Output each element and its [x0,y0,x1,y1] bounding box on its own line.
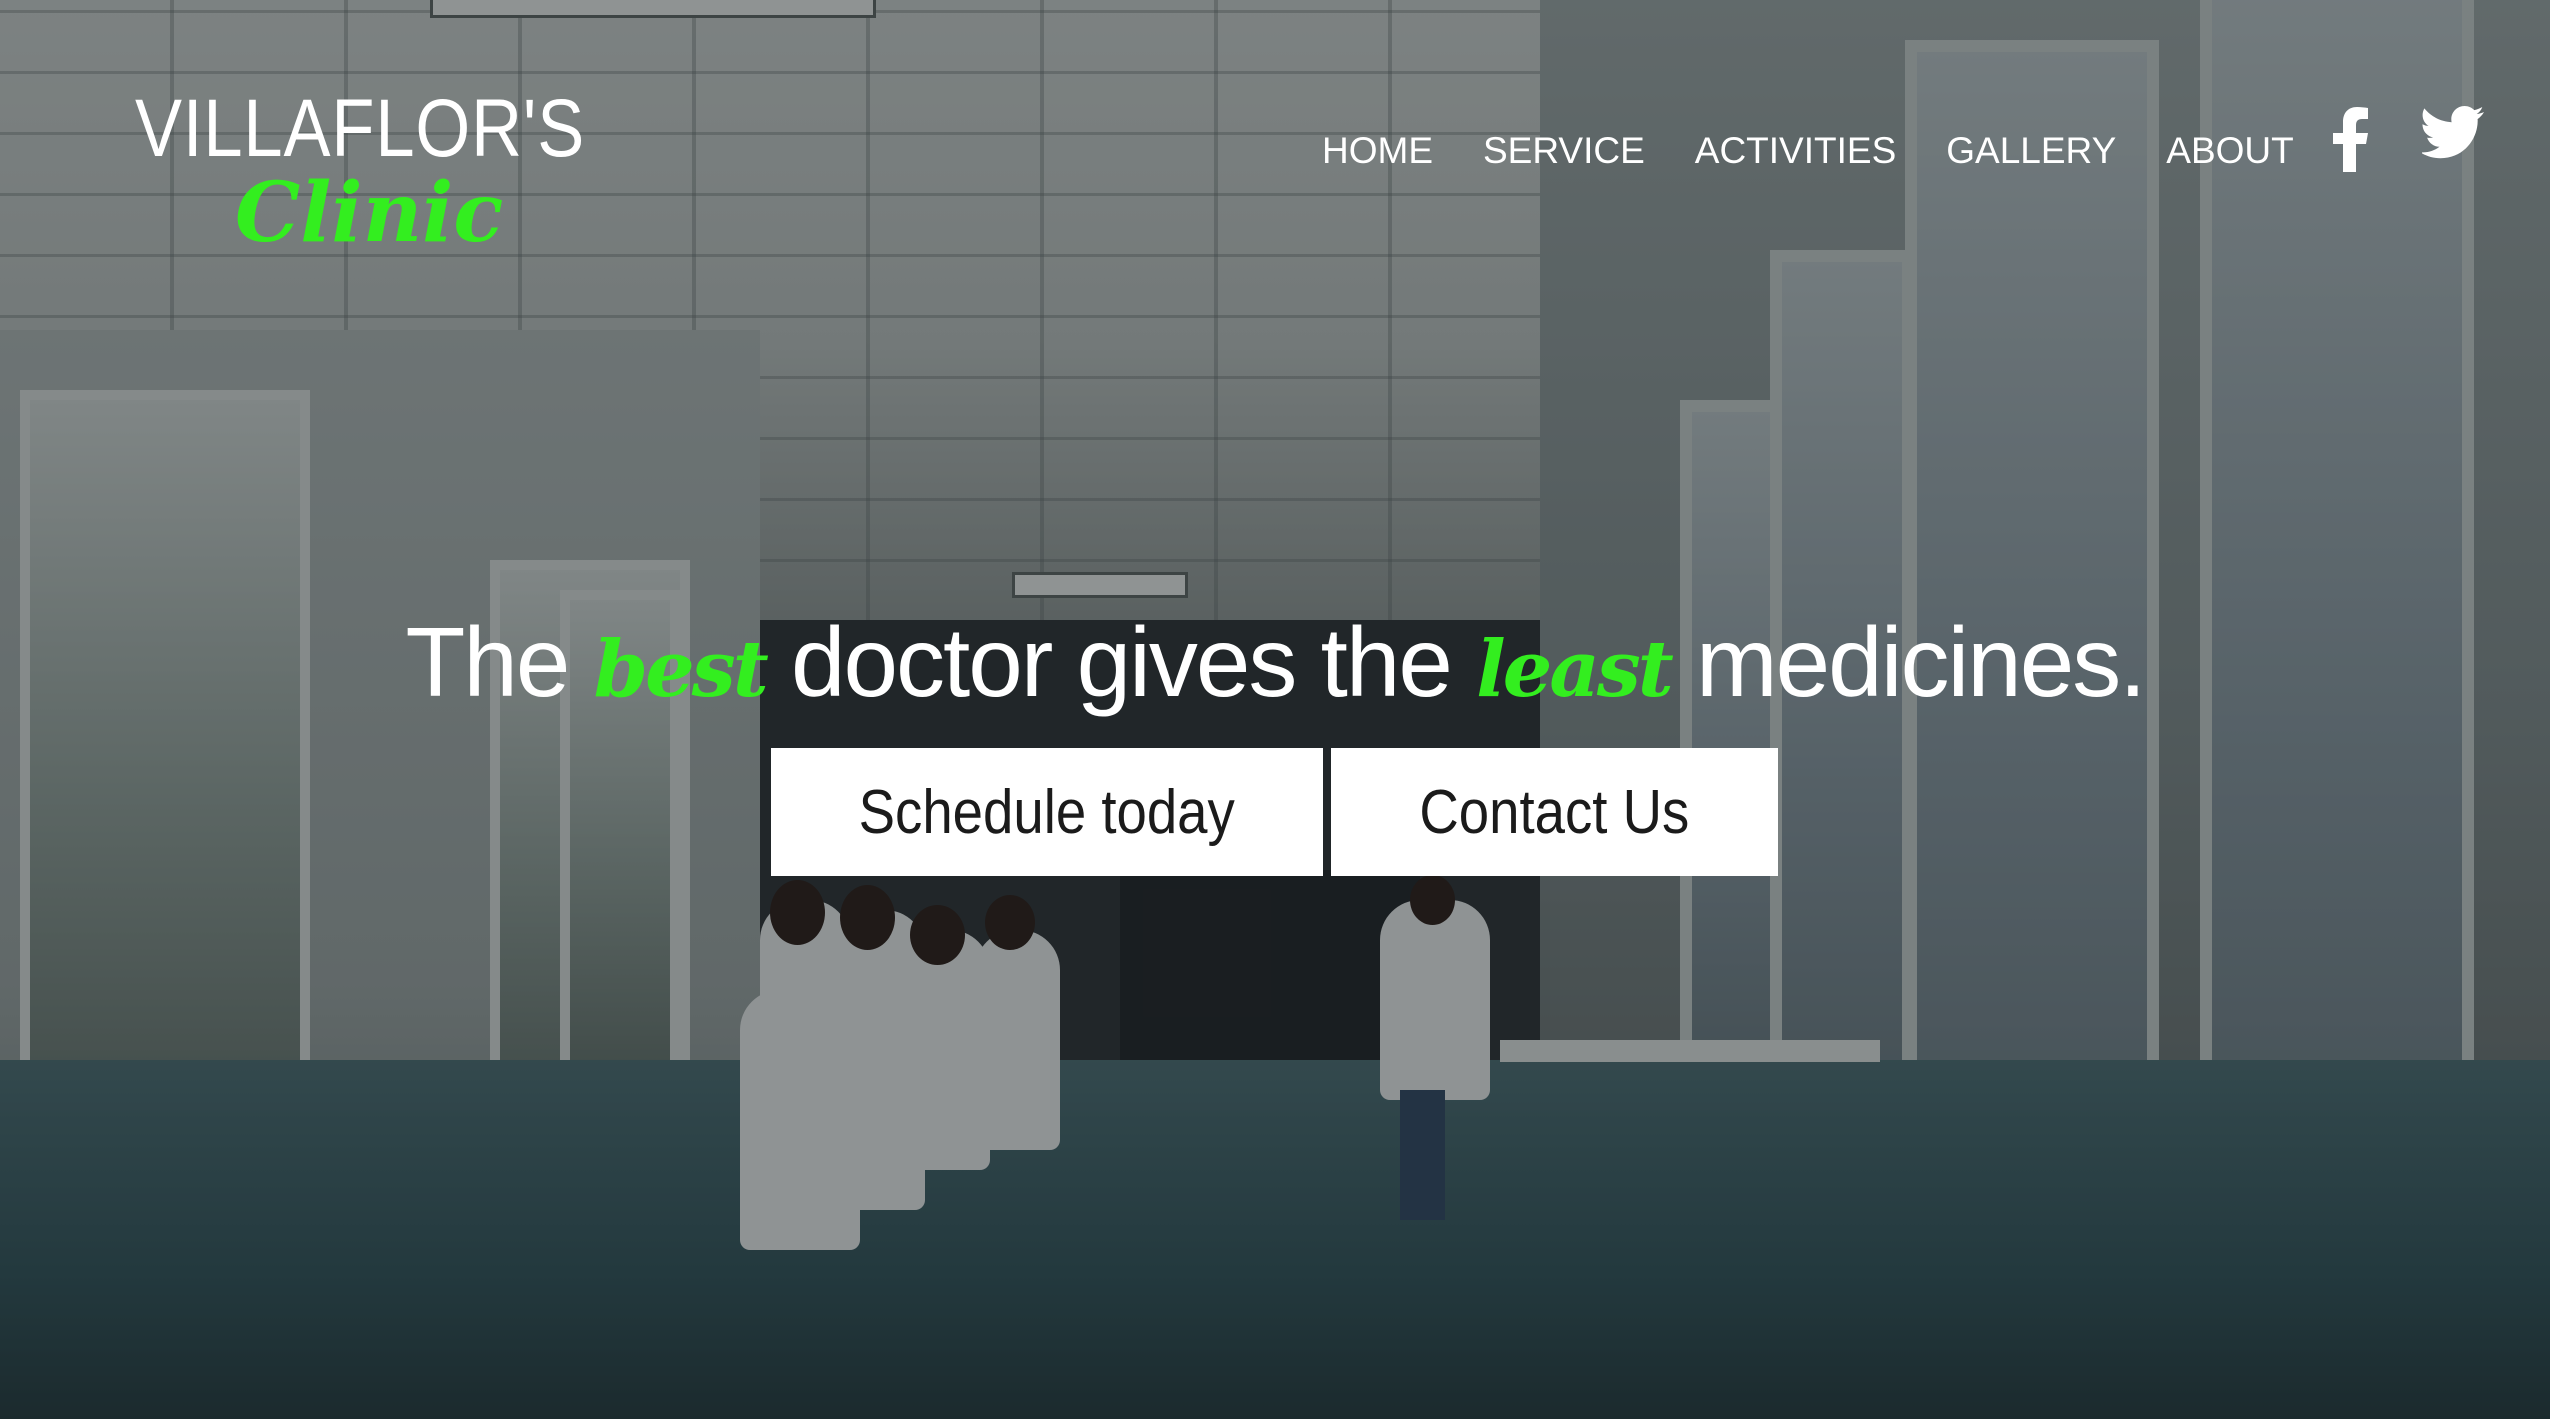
headline-text: doctor gives the [790,607,1453,717]
nav-service[interactable]: SERVICE [1483,130,1645,172]
main-nav: HOME SERVICE ACTIVITIES GALLERY ABOUT [1322,130,2344,172]
nav-home[interactable]: HOME [1322,130,1433,172]
brand-subtitle: Clinic [235,165,504,261]
twitter-icon[interactable] [2420,106,2484,170]
brand-logo[interactable]: VILLAFLOR'S Clinic [135,83,658,255]
headline-text: medicines. [1696,607,2146,717]
headline-text: The [405,607,571,717]
contact-button-label: Contact Us [1419,777,1690,847]
schedule-button-label: Schedule today [858,777,1236,847]
nav-about[interactable]: ABOUT [2166,130,2293,172]
contact-button[interactable]: Contact Us [1331,748,1778,876]
headline-accent: least [1476,624,1674,715]
social-links [2330,106,2484,172]
hero-headline: The best doctor gives the least medicine… [0,606,2550,719]
schedule-button[interactable]: Schedule today [771,748,1323,876]
brand-name: VILLAFLOR'S [135,83,586,174]
nav-gallery[interactable]: GALLERY [1946,130,2116,172]
facebook-icon[interactable] [2330,106,2392,172]
headline-accent: best [593,624,769,715]
nav-activities[interactable]: ACTIVITIES [1695,130,1896,172]
